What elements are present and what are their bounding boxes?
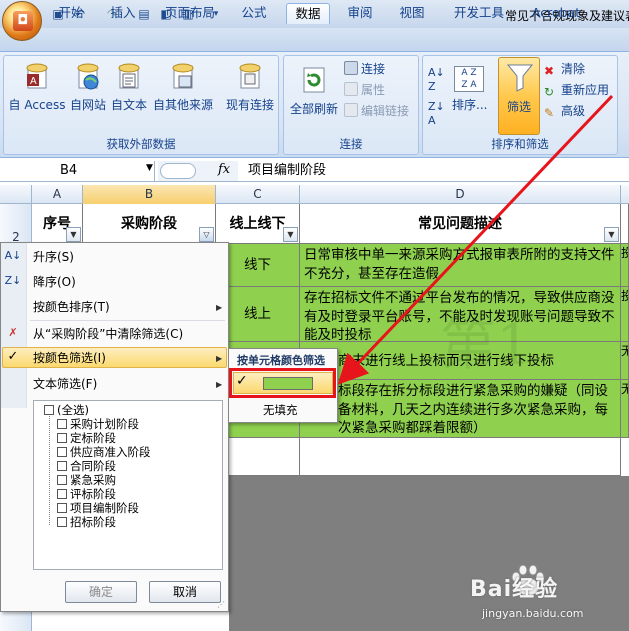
watermark-url: jingyan.baidu.com <box>482 607 584 620</box>
annotation-arrow-icon <box>337 94 614 385</box>
office-button[interactable]: ◘ <box>2 1 42 41</box>
watermark-brand: Bai经验 <box>470 577 559 602</box>
office-logo-icon: ◘ <box>13 11 33 31</box>
baidu-watermark: Bai经验 jingyan.baidu.com <box>470 565 620 627</box>
background-watermark: 第1 <box>440 313 532 378</box>
